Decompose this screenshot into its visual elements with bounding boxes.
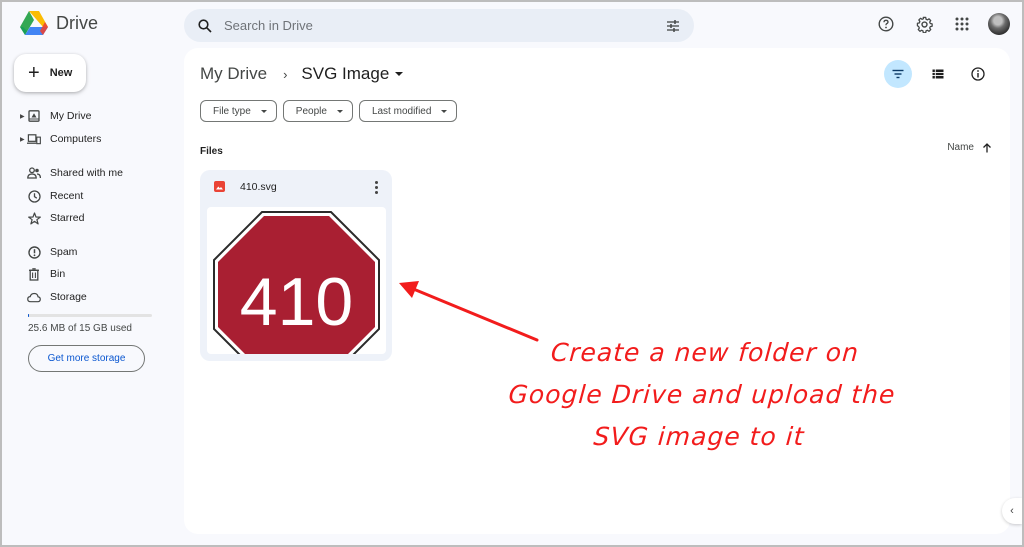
annotation-line: Google Drive and upload the [507, 380, 897, 409]
sidebar-item-label: My Drive [50, 110, 92, 122]
spam-icon [27, 245, 41, 259]
expand-caret-icon[interactable]: ▶ [20, 136, 25, 143]
file-card-header: 410.svg [200, 170, 392, 204]
more-options-icon[interactable] [370, 179, 382, 195]
file-card[interactable]: 410.svg 410 [200, 170, 392, 361]
search-icon[interactable] [198, 18, 212, 33]
new-button-label: New [49, 67, 73, 79]
file-thumbnail: 410 [207, 207, 386, 354]
top-right-actions [874, 12, 1010, 36]
drive-logo[interactable]: Drive [20, 11, 98, 35]
view-controls [884, 60, 992, 88]
storage-usage-bar [28, 314, 152, 317]
breadcrumb: My Drive › SVG Image [200, 64, 404, 84]
apps-grid-icon [955, 17, 969, 31]
my-drive-icon [27, 109, 41, 123]
chip-label: Last modified [371, 105, 432, 117]
new-button[interactable]: + New [14, 54, 86, 92]
sidebar-item-label: Computers [50, 133, 102, 145]
sidebar-item-label: Starred [50, 212, 85, 224]
annotation-line: Create a new folder on [549, 338, 861, 367]
sidebar-item-label: Bin [50, 268, 66, 280]
settings-icon [916, 16, 933, 33]
trash-icon [27, 267, 41, 281]
expand-caret-icon[interactable]: ▶ [20, 113, 25, 120]
sidebar-item-label: Shared with me [50, 167, 123, 179]
stop-sign-thumbnail: 410 [213, 211, 380, 354]
breadcrumb-separator-icon: › [283, 66, 288, 82]
breadcrumb-current-folder[interactable]: SVG Image [301, 64, 404, 84]
chip-label: People [295, 105, 327, 117]
sort-by-name-button[interactable]: Name [947, 142, 992, 153]
account-avatar[interactable] [988, 13, 1010, 35]
chevron-left-icon: ‹ [1010, 505, 1014, 517]
chevron-down-icon [395, 72, 404, 76]
search-bar[interactable] [184, 9, 694, 42]
search-input[interactable] [224, 18, 666, 33]
clock-icon [27, 189, 41, 203]
drive-window: Drive Search in Drive + New ▶ My Drive ▶… [2, 2, 1022, 545]
breadcrumb-root[interactable]: My Drive [200, 64, 267, 84]
chevron-down-icon [260, 109, 267, 113]
list-view-button[interactable] [924, 60, 952, 88]
search-options-icon[interactable] [666, 19, 680, 33]
cloud-icon [27, 290, 41, 304]
app-name: Drive [56, 12, 99, 33]
drive-logo-icon [20, 11, 48, 35]
filter-chip-last-modified[interactable]: Last modified [358, 100, 458, 122]
filter-chips: File type People Last modified [200, 100, 458, 122]
side-panel-toggle-button[interactable]: ‹ [1002, 498, 1022, 524]
settings-button[interactable] [912, 12, 936, 36]
chevron-down-icon [336, 109, 343, 113]
file-name: 410.svg [240, 181, 277, 193]
shared-icon [27, 166, 41, 180]
filter-icon [892, 69, 904, 79]
sign-text: 410 [240, 264, 353, 340]
main-content: My Drive › SVG Image File type People La… [184, 48, 1010, 534]
apps-button[interactable] [950, 12, 974, 36]
sidebar-item-label: Recent [50, 190, 84, 202]
current-folder-name: SVG Image [301, 64, 390, 83]
filter-chip-file-type[interactable]: File type [200, 100, 277, 122]
sidebar-item-label: Storage [50, 291, 87, 303]
list-view-icon [932, 69, 944, 79]
arrow-up-icon [983, 142, 991, 152]
section-label-files: Files [200, 146, 223, 157]
star-icon [27, 211, 41, 225]
help-icon [878, 16, 894, 32]
annotation-line: SVG image to it [592, 422, 806, 451]
image-file-icon [214, 181, 225, 192]
annotation-text: Create a new folder on Google Drive and … [488, 332, 917, 458]
details-button[interactable] [964, 60, 992, 88]
sidebar-item-label: Spam [50, 246, 78, 258]
filter-chip-people[interactable]: People [282, 100, 353, 122]
chevron-down-icon [441, 109, 448, 113]
chip-label: File type [213, 105, 251, 117]
get-more-storage-button[interactable]: Get more storage [28, 345, 145, 372]
computers-icon [27, 132, 41, 146]
storage-usage-text: 25.6 MB of 15 GB used [28, 323, 132, 334]
plus-icon: + [28, 62, 40, 84]
info-icon [971, 67, 985, 81]
filter-view-button[interactable] [884, 60, 912, 88]
help-button[interactable] [874, 12, 898, 36]
sort-label: Name [947, 142, 974, 153]
